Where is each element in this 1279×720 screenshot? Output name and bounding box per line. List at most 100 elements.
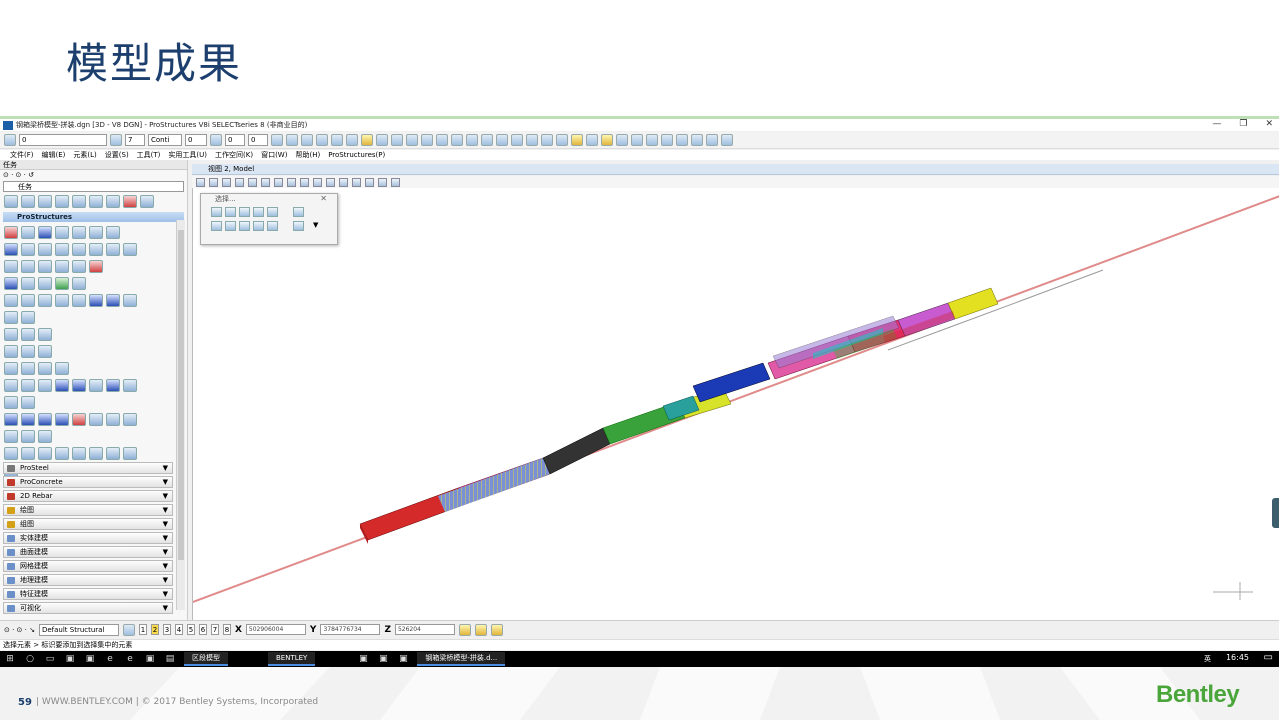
ps-tool-icon[interactable]: [89, 447, 103, 460]
select-tool-icon-6[interactable]: [106, 195, 120, 208]
y-coordinate-field[interactable]: 3784776734: [320, 624, 381, 635]
pinned-app-icon[interactable]: ▣: [375, 653, 391, 665]
ps-tool-icon[interactable]: [21, 260, 35, 273]
palette-mode-icon[interactable]: [293, 207, 304, 217]
select-tool-icon-1[interactable]: [21, 195, 35, 208]
accordion-2d-rebar[interactable]: 2D Rebar ▼: [3, 490, 173, 502]
palette-circle-icon[interactable]: [253, 207, 264, 217]
snap-mode-icon-2[interactable]: [601, 134, 613, 146]
transparency-combo[interactable]: 0: [225, 134, 245, 146]
palette-rect-icon[interactable]: [225, 207, 236, 217]
menu-help[interactable]: 帮助(H): [295, 150, 320, 160]
ps-tool-icon[interactable]: [21, 243, 35, 256]
zoom-in-icon[interactable]: [235, 177, 244, 187]
transparency-icon[interactable]: [210, 134, 222, 146]
view-tool-icon[interactable]: [209, 177, 218, 187]
view-tool-icon[interactable]: [391, 177, 400, 187]
level-display-combo[interactable]: Default Structural: [38, 623, 119, 636]
ps-tool-icon[interactable]: [89, 294, 103, 307]
ps-tool-icon[interactable]: [38, 413, 52, 426]
ps-tool-icon[interactable]: [4, 294, 18, 307]
primary-tool-icon-6[interactable]: [346, 134, 358, 146]
palette-line-icon[interactable]: [267, 207, 278, 217]
ps-tool-icon[interactable]: [89, 226, 103, 239]
view-cube-icon-2[interactable]: [466, 134, 478, 146]
menu-edit[interactable]: 编辑(E): [42, 150, 66, 160]
status-nav-icon[interactable]: ⊙ · ⊙ · ↘: [4, 626, 35, 634]
ps-tool-icon[interactable]: [4, 447, 18, 460]
menu-window[interactable]: 窗口(W): [261, 150, 287, 160]
palette-add-icon[interactable]: [225, 221, 236, 231]
accordion-feature-modeling[interactable]: 特征建模 ▼: [3, 588, 173, 600]
ps-tool-icon[interactable]: [4, 328, 18, 341]
level-combo[interactable]: 0: [19, 134, 107, 146]
view-button-7[interactable]: 7: [210, 624, 219, 635]
view-cube-icon-7[interactable]: [541, 134, 553, 146]
ps-tool-icon[interactable]: [89, 260, 103, 273]
priority-combo[interactable]: 0: [248, 134, 268, 146]
view-button-3[interactable]: 3: [162, 624, 171, 635]
view-cube-icon-5[interactable]: [511, 134, 523, 146]
ps-tool-icon[interactable]: [72, 277, 86, 290]
ps-tool-icon[interactable]: [89, 379, 103, 392]
ps-tool-icon[interactable]: [38, 277, 52, 290]
view-attributes-icon[interactable]: [196, 177, 205, 187]
tasks-combo[interactable]: 任务: [3, 181, 184, 192]
search-icon[interactable]: ○: [22, 653, 38, 665]
select-tool-icon-4[interactable]: [72, 195, 86, 208]
palette-dropdown-icon[interactable]: ▼: [313, 221, 318, 231]
ps-tool-icon[interactable]: [4, 260, 18, 273]
accordion-drawing[interactable]: 绘图 ▼: [3, 504, 173, 516]
ps-tool-icon[interactable]: [55, 277, 69, 290]
primary-tool-icon-11[interactable]: [436, 134, 448, 146]
ps-tool-icon[interactable]: [55, 226, 69, 239]
ps-tool-icon[interactable]: [72, 413, 86, 426]
view-rotation-widget[interactable]: [1213, 582, 1253, 600]
ps-tool-icon[interactable]: [38, 345, 52, 358]
view-button-1[interactable]: 1: [138, 624, 147, 635]
close-button[interactable]: ✕: [1265, 119, 1273, 129]
accordion-group-drawing[interactable]: 组图 ▼: [3, 518, 173, 530]
ps-tool-icon[interactable]: [21, 447, 35, 460]
ps-tool-icon[interactable]: [21, 277, 35, 290]
ps-tool-icon[interactable]: [21, 430, 35, 443]
snap-mode-icon-3[interactable]: [616, 134, 628, 146]
ps-tool-icon[interactable]: [55, 447, 69, 460]
ps-tool-icon[interactable]: [106, 413, 120, 426]
view-button-8[interactable]: 8: [222, 624, 231, 635]
menu-utilities[interactable]: 实用工具(U): [168, 150, 207, 160]
ps-tool-icon[interactable]: [106, 226, 120, 239]
ps-tool-icon[interactable]: [55, 260, 69, 273]
zoom-out-icon[interactable]: [248, 177, 257, 187]
snap-mode-icon-7[interactable]: [676, 134, 688, 146]
ps-tool-icon[interactable]: [89, 243, 103, 256]
primary-tool-icon-8[interactable]: [376, 134, 388, 146]
ps-tool-icon[interactable]: [4, 379, 18, 392]
minimize-button[interactable]: —: [1212, 119, 1221, 129]
ps-tool-icon[interactable]: [38, 260, 52, 273]
ps-tool-icon[interactable]: [4, 243, 18, 256]
ps-tool-icon[interactable]: [21, 396, 35, 409]
browser-icon[interactable]: e: [102, 653, 118, 665]
ps-tool-icon[interactable]: [4, 362, 18, 375]
ps-tool-icon[interactable]: [55, 413, 69, 426]
primary-tool-icon-4[interactable]: [316, 134, 328, 146]
ps-tool-icon[interactable]: [55, 294, 69, 307]
ps-tool-icon[interactable]: [4, 396, 18, 409]
palette-shape-icon[interactable]: [239, 207, 250, 217]
ps-tool-icon[interactable]: [21, 413, 35, 426]
notification-icon[interactable]: ▭: [1264, 652, 1273, 663]
ps-tool-icon[interactable]: [106, 294, 120, 307]
accordion-mesh-modeling[interactable]: 网格建模 ▼: [3, 560, 173, 572]
snap-icon[interactable]: [571, 134, 583, 146]
ps-tool-icon[interactable]: [89, 413, 103, 426]
weight-combo[interactable]: 0: [185, 134, 207, 146]
snap-mode-icon-6[interactable]: [661, 134, 673, 146]
clock[interactable]: 16:45: [1226, 653, 1249, 662]
pan-view-icon[interactable]: [300, 177, 309, 187]
primary-tool-icon-10[interactable]: [421, 134, 433, 146]
palette-new-icon[interactable]: [211, 221, 222, 231]
locks-icon[interactable]: [490, 623, 503, 636]
view-previous-icon[interactable]: [313, 177, 322, 187]
ps-tool-icon[interactable]: [4, 226, 18, 239]
